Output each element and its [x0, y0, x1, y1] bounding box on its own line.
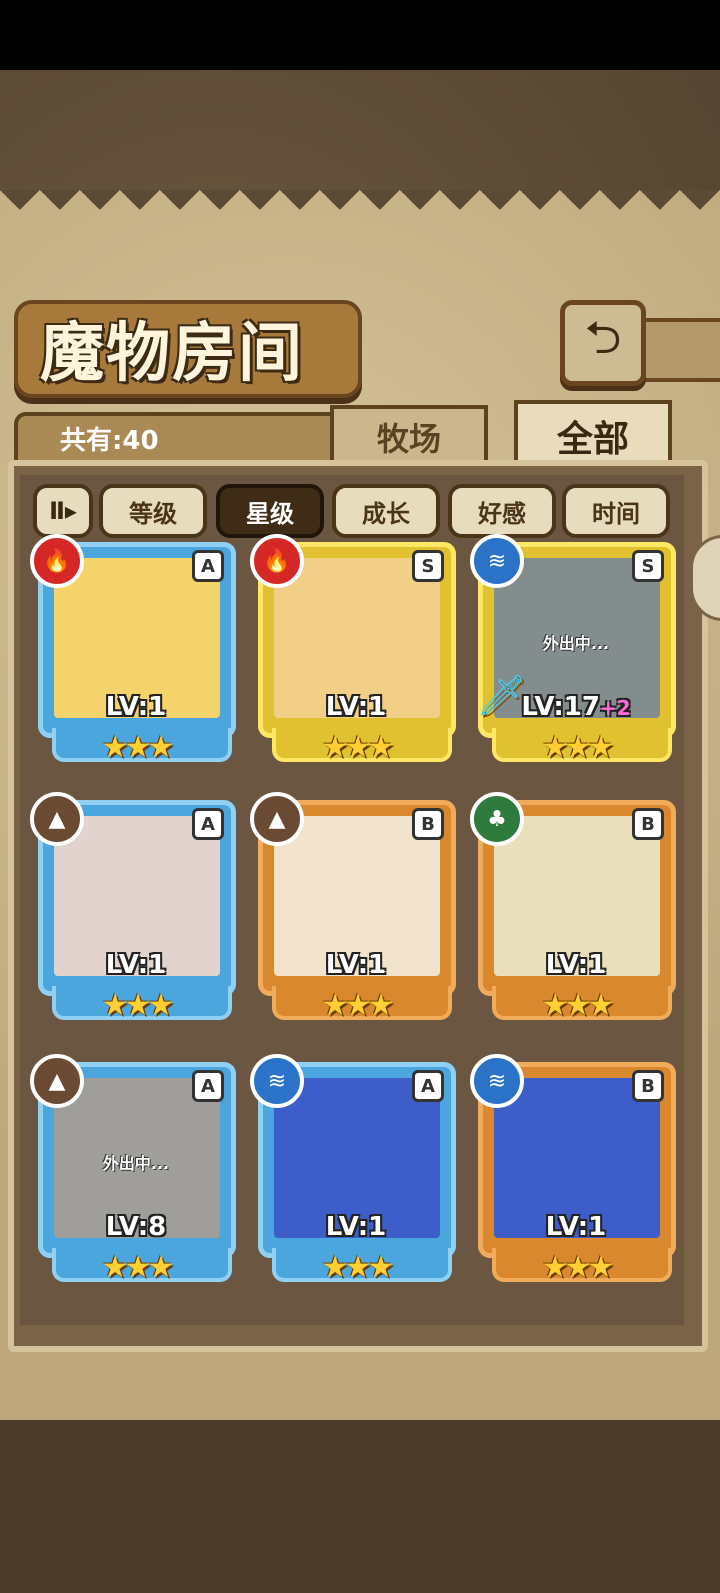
level-label: LV:1: [38, 692, 234, 722]
level-label: LV:1: [478, 950, 674, 980]
level-label: LV:1: [258, 692, 454, 722]
sort-order-toggle[interactable]: Ⅱ▸: [33, 484, 93, 538]
level-value: LV:1: [545, 950, 607, 980]
star-rating: ★★★: [321, 988, 395, 1023]
fire-element-icon: 🔥: [30, 534, 84, 588]
level-label: LV:1: [478, 1212, 674, 1242]
level-label: LV:1: [258, 1212, 454, 1242]
water-element-icon: ≋: [470, 534, 524, 588]
monster-card[interactable]: 🔥 S LV:1 ★★★: [250, 534, 456, 770]
away-status: 外出中...: [542, 634, 610, 653]
sort-star-button[interactable]: 星级: [216, 484, 324, 538]
earth-element-icon: ▲: [30, 1054, 84, 1108]
grade-badge: B: [632, 808, 664, 840]
sort-affection-button[interactable]: 好感: [448, 484, 556, 538]
water-element-icon: ≋: [470, 1054, 524, 1108]
monster-card[interactable]: ▲ A LV:1 ★★★: [30, 792, 236, 1028]
monster-card[interactable]: ▲ A 外出中... LV:8 ★★★: [30, 1054, 236, 1290]
monster-count: 共有:40: [60, 426, 159, 456]
return-arrow-icon: ⮌: [584, 310, 622, 364]
tab-all[interactable]: 全部: [514, 400, 672, 468]
grade-badge: A: [192, 1070, 224, 1102]
sort-time-button[interactable]: 时间: [562, 484, 670, 538]
level-value: LV:1: [325, 1212, 387, 1242]
page-title: 魔物房间: [40, 316, 304, 391]
level-value: LV:1: [545, 1212, 607, 1242]
earth-element-icon: ▲: [250, 792, 304, 846]
star-rating: ★★★: [541, 730, 615, 765]
level-value: LV:8: [105, 1212, 167, 1242]
monster-card[interactable]: ♣ B LV:1 ★★★: [470, 792, 676, 1028]
grade-badge: B: [412, 808, 444, 840]
monster-card[interactable]: 🔥 A LV:1 ★★★: [30, 534, 236, 770]
grade-badge: B: [632, 1070, 664, 1102]
level-value: LV:1: [325, 692, 387, 722]
level-label: LV:1: [258, 950, 454, 980]
level-value: LV:1: [105, 950, 167, 980]
level-value: LV:1: [105, 692, 167, 722]
star-rating: ★★★: [101, 988, 175, 1023]
grade-badge: S: [412, 550, 444, 582]
level-bonus: +2: [599, 696, 631, 720]
monster-card[interactable]: ≋ S 外出中... LV:17+2 🗡 ★★★: [470, 534, 676, 770]
star-rating: ★★★: [541, 988, 615, 1023]
wind-element-icon: ♣: [470, 792, 524, 846]
star-rating: ★★★: [321, 1250, 395, 1285]
monster-card[interactable]: ≋ A LV:1 ★★★: [250, 1054, 456, 1290]
back-button[interactable]: ⮌: [560, 300, 646, 386]
level-value: LV:17: [521, 692, 600, 722]
away-status: 外出中...: [102, 1154, 170, 1173]
status-bar-area: [0, 0, 720, 70]
star-rating: ★★★: [101, 730, 175, 765]
panel-zigzag-edge: [0, 190, 720, 230]
grade-badge: A: [192, 808, 224, 840]
sort-growth-button[interactable]: 成长: [332, 484, 440, 538]
back-button-rail: [636, 318, 720, 382]
background-bottom: [0, 1420, 720, 1593]
earth-element-icon: ▲: [30, 792, 84, 846]
star-rating: ★★★: [101, 1250, 175, 1285]
tab-ranch[interactable]: 牧场: [330, 405, 488, 465]
grade-badge: A: [412, 1070, 444, 1102]
sort-level-button[interactable]: 等级: [99, 484, 207, 538]
monster-card[interactable]: ▲ B LV:1 ★★★: [250, 792, 456, 1028]
star-rating: ★★★: [541, 1250, 615, 1285]
grade-badge: S: [632, 550, 664, 582]
grade-badge: A: [192, 550, 224, 582]
water-element-icon: ≋: [250, 1054, 304, 1108]
level-value: LV:1: [325, 950, 387, 980]
fire-element-icon: 🔥: [250, 534, 304, 588]
monster-card[interactable]: ≋ B LV:1 ★★★: [470, 1054, 676, 1290]
level-label: LV:1: [38, 950, 234, 980]
sword-icon: 🗡: [476, 673, 527, 719]
star-rating: ★★★: [321, 730, 395, 765]
level-label: LV:8: [38, 1212, 234, 1242]
